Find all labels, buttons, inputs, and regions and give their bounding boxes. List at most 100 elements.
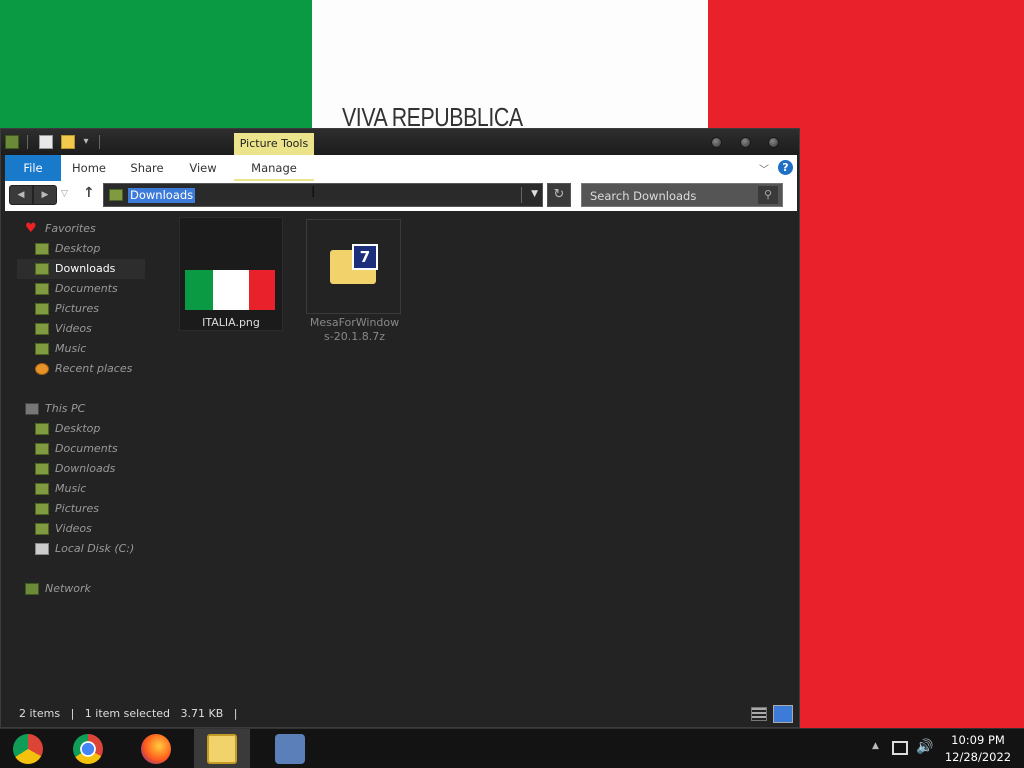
music-folder-icon	[35, 343, 49, 355]
image-thumbnail	[185, 270, 275, 310]
network-status-icon[interactable]	[892, 741, 908, 755]
sidebar-item-desktop[interactable]: Desktop	[1, 239, 151, 259]
videos-folder-icon	[35, 523, 49, 535]
recent-locations-chevron-icon[interactable]: ▽	[61, 189, 68, 199]
sidebar-item-downloads[interactable]: Downloads	[17, 259, 145, 279]
taskbar-network-people[interactable]	[262, 729, 318, 768]
sidebar-item-pc-music[interactable]: Music	[1, 479, 151, 499]
sidebar-label: Desktop	[55, 422, 101, 435]
large-icons-view-icon[interactable]	[773, 705, 793, 723]
sidebar-item-videos[interactable]: Videos	[1, 319, 151, 339]
sidebar-item-pc-documents[interactable]: Documents	[1, 439, 151, 459]
sidebar-item-pc-desktop[interactable]: Desktop	[1, 419, 151, 439]
taskbar-chrome-canary[interactable]	[0, 729, 56, 768]
details-view-icon[interactable]	[751, 707, 767, 721]
sidebar-label: Pictures	[55, 502, 100, 515]
pictures-folder-icon	[35, 503, 49, 515]
search-placeholder: Search Downloads	[590, 189, 697, 203]
clock-time: 10:09 PM	[951, 733, 1005, 747]
sidebar-network[interactable]: Network	[1, 579, 151, 599]
refresh-button[interactable]: ↻	[547, 183, 571, 207]
sidebar-item-local-disk[interactable]: Local Disk (C:)	[1, 539, 151, 559]
tab-home[interactable]: Home	[67, 155, 111, 181]
sidebar-favorites[interactable]: ♥ Favorites	[1, 219, 151, 239]
close-button[interactable]	[768, 137, 779, 148]
picture-tools-contextual-tab: Picture Tools	[234, 133, 314, 157]
sidebar-label: This PC	[45, 402, 86, 415]
sidebar-label: Videos	[55, 322, 92, 335]
file-name: MesaForWindow s-20.1.8.7z	[303, 316, 406, 344]
tab-manage[interactable]: Manage	[234, 155, 314, 181]
taskbar-clock[interactable]: 10:09 PM 12/28/2022	[940, 732, 1016, 766]
folder-icon	[109, 189, 123, 201]
desktop-folder-icon	[35, 423, 49, 435]
item-count: 2 items	[19, 707, 61, 720]
text-cursor-icon: I	[311, 183, 316, 201]
title-bar[interactable]: ▾ Picture Tools	[1, 129, 799, 157]
firefox-icon	[141, 734, 171, 764]
status-text: 2 items | 1 item selected 3.71 KB |	[19, 707, 238, 720]
search-input[interactable]: Search Downloads ⚲	[581, 183, 783, 207]
sidebar-item-pc-pictures[interactable]: Pictures	[1, 499, 151, 519]
sidebar-item-pc-videos[interactable]: Videos	[1, 519, 151, 539]
music-folder-icon	[35, 483, 49, 495]
maximize-button[interactable]	[740, 137, 751, 148]
file-item-italia-png[interactable]: ITALIA.png	[179, 217, 283, 331]
thumb-red-band	[249, 270, 275, 310]
disk-drive-icon	[35, 543, 49, 555]
customize-toolbar-chevron-icon[interactable]: ▾	[81, 137, 91, 147]
address-input[interactable]: Downloads	[128, 188, 196, 203]
qa-separator	[99, 135, 100, 149]
tab-file[interactable]: File	[5, 155, 61, 181]
sidebar-item-pictures[interactable]: Pictures	[1, 299, 151, 319]
sidebar-label: Music	[55, 482, 87, 495]
up-arrow-icon[interactable]: ↑	[83, 185, 95, 201]
sidebar-label: Recent places	[55, 362, 133, 375]
file-explorer-icon	[207, 734, 237, 764]
volume-icon[interactable]: 🔊	[916, 739, 933, 755]
taskbar-file-explorer[interactable]	[194, 729, 250, 768]
forward-button[interactable]: ▶	[33, 185, 57, 205]
videos-folder-icon	[35, 323, 49, 335]
file-explorer-window[interactable]: ▾ Picture Tools File Home Share View Man…	[0, 128, 800, 728]
show-hidden-icons-chevron-icon[interactable]: ▲	[872, 741, 879, 751]
tab-view[interactable]: View	[185, 155, 221, 181]
taskbar-chrome[interactable]	[60, 729, 116, 768]
sidebar-label: Local Disk (C:)	[55, 542, 135, 555]
taskbar-firefox[interactable]	[128, 729, 184, 768]
minimize-button[interactable]	[711, 137, 722, 148]
thumb-white-band	[213, 270, 249, 310]
sidebar-item-music[interactable]: Music	[1, 339, 151, 359]
back-button[interactable]: ◀	[9, 185, 33, 205]
file-item-mesa-7z[interactable]: 7 MesaForWindow s-20.1.8.7z	[306, 219, 401, 343]
properties-icon[interactable]	[39, 135, 53, 149]
tab-share[interactable]: Share	[125, 155, 169, 181]
file-name: ITALIA.png	[202, 316, 260, 329]
address-history-chevron-icon[interactable]: ▼	[531, 189, 538, 199]
sidebar-item-pc-downloads[interactable]: Downloads	[1, 459, 151, 479]
help-icon[interactable]: ?	[778, 160, 793, 175]
downloads-folder-icon	[35, 263, 49, 275]
sidebar-item-documents[interactable]: Documents	[1, 279, 151, 299]
sidebar-label: Downloads	[55, 262, 116, 275]
address-divider	[521, 187, 522, 203]
search-icon[interactable]: ⚲	[758, 186, 778, 204]
qa-separator	[27, 135, 28, 149]
file-name-line-2: s-20.1.8.7z	[324, 330, 385, 343]
selection-count: 1 item selected	[84, 707, 171, 720]
7zip-archive-icon: 7	[330, 244, 378, 284]
desktop-folder-icon	[35, 243, 49, 255]
address-bar[interactable]: Downloads ▼	[103, 183, 543, 207]
sidebar-label: Music	[55, 342, 87, 355]
sidebar-label: Network	[45, 582, 91, 595]
pictures-folder-icon	[35, 303, 49, 315]
expand-ribbon-chevron-icon[interactable]: ﹀	[759, 161, 769, 176]
new-folder-icon[interactable]	[61, 135, 75, 149]
sidebar-item-recent-places[interactable]: Recent places	[1, 359, 151, 379]
explorer-app-icon[interactable]	[5, 135, 19, 149]
clock-date: 12/28/2022	[944, 750, 1012, 764]
computer-icon	[25, 403, 39, 415]
7zip-badge: 7	[352, 244, 378, 270]
sidebar-this-pc[interactable]: This PC	[1, 399, 151, 419]
downloads-folder-icon	[35, 463, 49, 475]
